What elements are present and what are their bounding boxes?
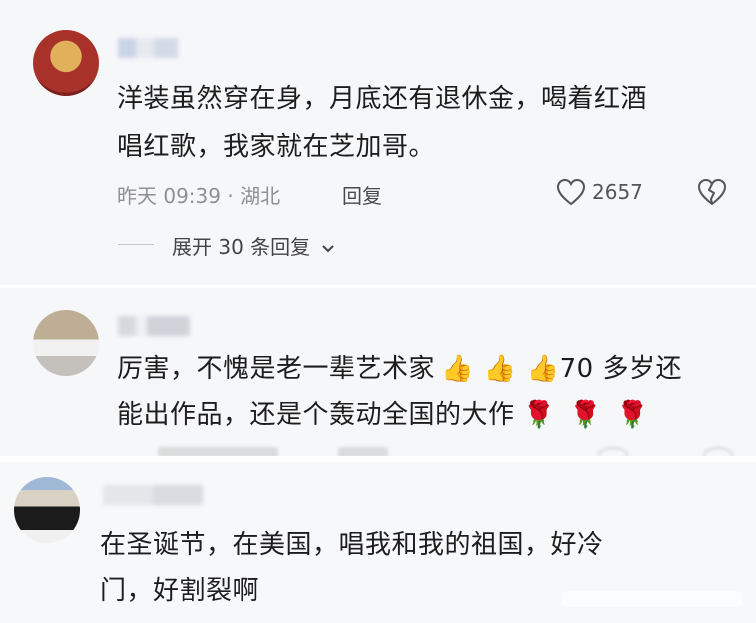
username-blurred[interactable] bbox=[118, 38, 178, 58]
rose-icon: 🌹 bbox=[569, 400, 603, 430]
reply-button[interactable]: 回复 bbox=[342, 180, 382, 209]
thumbs-up-icon: 👍 bbox=[483, 354, 517, 384]
comment-card: 洋装虽然穿在身，月底还有退休金，喝着红酒 唱红歌，我家就在芝加哥。 昨天 09:… bbox=[0, 0, 756, 285]
watermark bbox=[562, 588, 742, 615]
avatar[interactable] bbox=[33, 30, 99, 96]
comment-text-line: 门，好割裂啊 bbox=[100, 576, 260, 606]
rose-icon: 🌹 bbox=[522, 400, 556, 430]
meta-dot: · bbox=[221, 184, 241, 208]
username-blurred[interactable] bbox=[103, 485, 203, 505]
comment-text-line: 洋装虽然穿在身，月底还有退休金，喝着红酒 bbox=[117, 84, 648, 114]
expand-divider bbox=[118, 244, 154, 245]
comment-text-line: 在圣诞节，在美国，唱我和我的祖国，好冷 bbox=[100, 530, 604, 560]
comment-text-part: 能出作品，还是个轰动全国的大作 bbox=[117, 400, 515, 430]
avatar[interactable] bbox=[33, 310, 99, 376]
like-count: 2657 bbox=[592, 180, 643, 204]
comment-text-part: 70 多岁还 bbox=[559, 354, 682, 384]
thumbs-up-icon: 👍 bbox=[526, 354, 560, 384]
comment-time: 昨天 09:39 bbox=[117, 184, 221, 208]
heart-outline-icon[interactable] bbox=[556, 178, 586, 206]
watermark-logo-icon bbox=[562, 591, 742, 607]
broken-heart-icon[interactable] bbox=[697, 178, 727, 206]
expand-replies-button[interactable]: 展开 30 条回复 bbox=[172, 231, 335, 260]
comment-card: 厉害，不愧是老一辈艺术家 👍 👍 👍70 多岁还 能出作品，还是个轰动全国的大作 🌹 🌹 🌹 bbox=[0, 288, 756, 456]
comment-card: 在圣诞节，在美国，唱我和我的祖国，好冷 门，好割裂啊 bbox=[0, 462, 756, 623]
chevron-down-icon bbox=[321, 244, 334, 252]
username-blurred[interactable] bbox=[118, 316, 190, 336]
comment-text-line: 能出作品，还是个轰动全国的大作 🌹 🌹 🌹 bbox=[117, 394, 649, 436]
avatar[interactable] bbox=[14, 477, 80, 543]
comment-text-line: 唱红歌，我家就在芝加哥。 bbox=[117, 132, 436, 162]
thumbs-up-icon: 👍 bbox=[441, 354, 474, 384]
expand-replies-label: 展开 30 条回复 bbox=[172, 235, 311, 259]
comment-location: 湖北 bbox=[240, 184, 281, 208]
comment-meta: 昨天 09:39 · 湖北 bbox=[117, 180, 280, 209]
comment-text-part: 厉害，不愧是老一辈艺术家 bbox=[117, 354, 436, 384]
comment-text-line: 厉害，不愧是老一辈艺术家 👍 👍 👍70 多岁还 bbox=[117, 348, 682, 390]
rose-icon: 🌹 bbox=[616, 400, 650, 430]
